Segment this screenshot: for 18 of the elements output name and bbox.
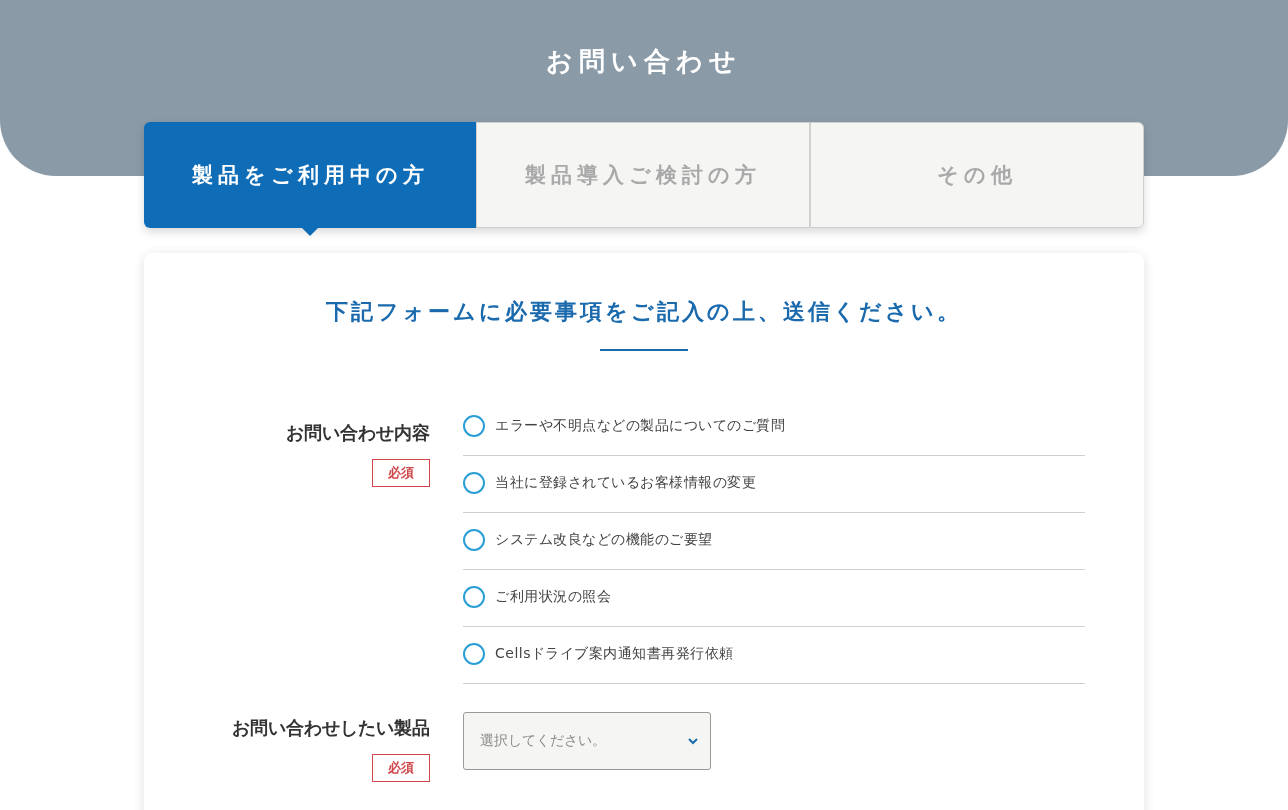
- radio-button[interactable]: [463, 472, 485, 494]
- tab-pointer: [302, 228, 318, 236]
- field-label: お問い合わせ内容: [286, 421, 430, 445]
- radio-option[interactable]: システム改良などの機能のご要望: [463, 513, 1085, 570]
- page-title: お問い合わせ: [546, 45, 742, 78]
- radio-button[interactable]: [463, 415, 485, 437]
- radio-option[interactable]: ご利用状況の照会: [463, 570, 1085, 627]
- radio-option[interactable]: Cellsドライブ案内通知書再発行依頼: [463, 627, 1085, 684]
- radio-option[interactable]: 当社に登録されているお客様情報の変更: [463, 456, 1085, 513]
- field-label: お問い合わせしたい製品: [232, 716, 430, 740]
- radio-button[interactable]: [463, 529, 485, 551]
- form-lead: 下記フォームに必要事項をご記入の上、送信ください。: [325, 298, 963, 326]
- required-badge: 必須: [372, 459, 430, 487]
- radio-button[interactable]: [463, 643, 485, 665]
- required-badge: 必須: [372, 754, 430, 782]
- radio-button[interactable]: [463, 586, 485, 608]
- chevron-down-icon: [688, 737, 698, 745]
- radio-option[interactable]: エラーや不明点などの製品についてのご質問: [463, 399, 1085, 456]
